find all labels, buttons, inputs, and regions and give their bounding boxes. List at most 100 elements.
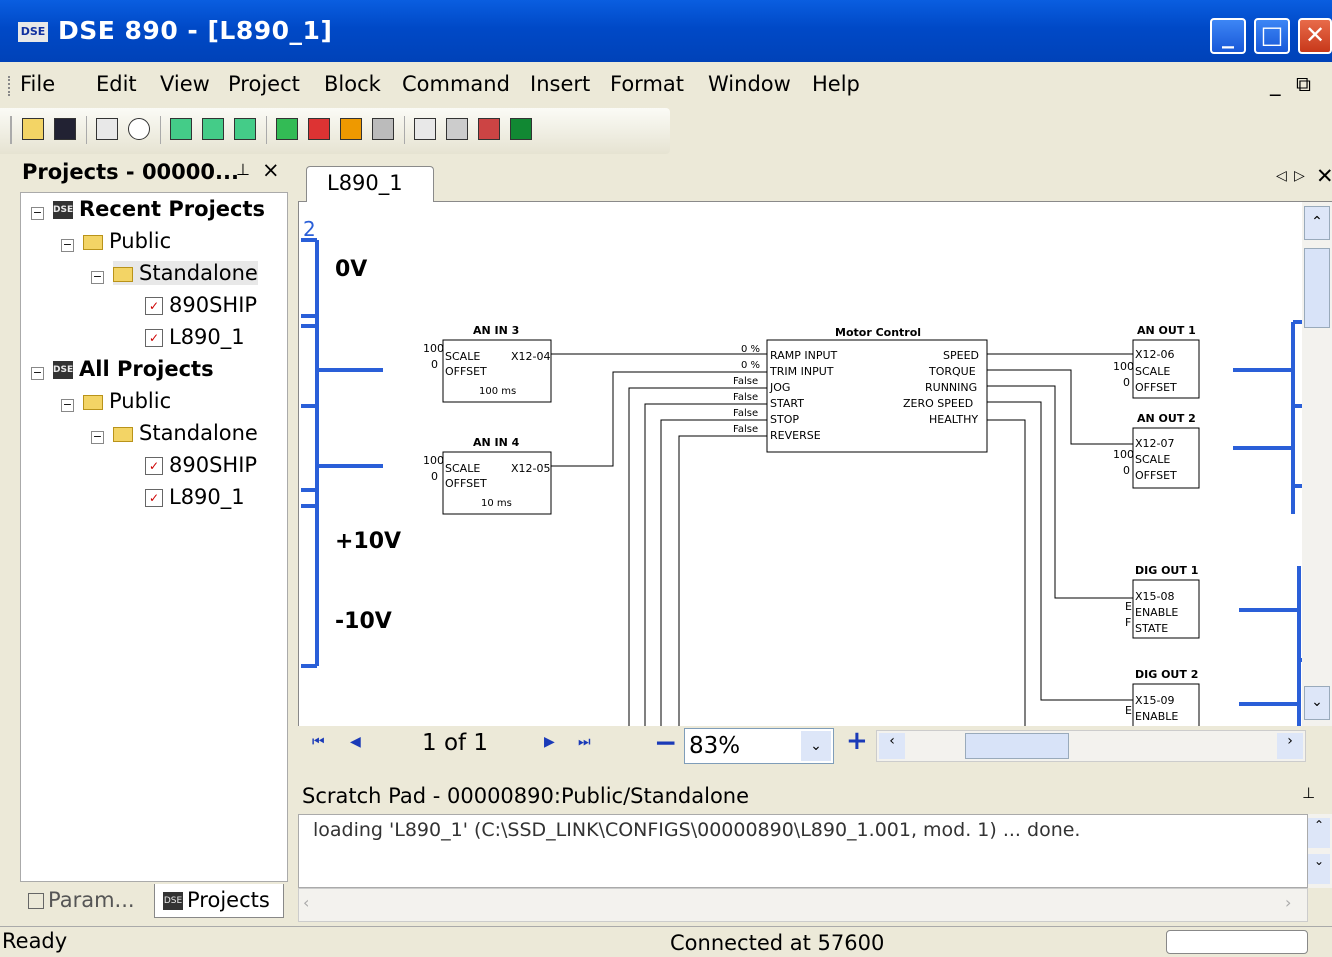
menu-help[interactable]: Help — [812, 72, 860, 96]
tree-item-all-projects[interactable]: DSE All Projects — [53, 357, 214, 381]
config-file-icon: ✓ — [145, 489, 163, 507]
menu-window[interactable]: Window — [708, 72, 791, 96]
svg-text:RUNNING: RUNNING — [925, 381, 977, 394]
svg-text:SCALE: SCALE — [445, 350, 480, 363]
svg-text:DIG OUT 1: DIG OUT 1 — [1135, 564, 1198, 577]
diagram-vertical-scrollbar[interactable]: ⌃ ⌄ — [1302, 202, 1332, 726]
scratch-pad-scrollbar[interactable]: ⌃ ⌄ — [1308, 814, 1332, 888]
zoom-select[interactable]: 83% ⌄ — [684, 728, 834, 764]
block-an-in-4[interactable]: AN IN 4 100 0 SCALE OFFSET X12-05 10 ms — [423, 436, 552, 515]
tab-projects[interactable]: DSE Projects — [154, 884, 284, 918]
menu-command[interactable]: Command — [402, 72, 510, 96]
tree-item-890ship[interactable]: ✓ 890SHIP — [145, 453, 257, 477]
block-an-in-3[interactable]: AN IN 3 100 0 SCALE OFFSET X12-04 100 ms — [423, 324, 552, 403]
menu-format[interactable]: Format — [610, 72, 684, 96]
menu-view[interactable]: View — [160, 72, 210, 96]
block-icon-7[interactable] — [372, 118, 394, 140]
scroll-down-icon[interactable]: ⌄ — [1304, 686, 1330, 720]
menu-file[interactable]: File — [20, 72, 55, 96]
block-an-out-1[interactable]: AN OUT 1 X12-06 SCALE OFFSET 100 0 — [1113, 324, 1200, 399]
tree-item-recent-projects[interactable]: DSE Recent Projects — [53, 197, 265, 221]
panel-close-icon[interactable]: × — [262, 158, 280, 182]
scroll-left-icon[interactable]: ‹ — [879, 733, 905, 759]
scroll-up-icon[interactable]: ⌃ — [1304, 206, 1330, 240]
tree-item-public[interactable]: Public — [83, 389, 171, 413]
close-button[interactable]: ✕ — [1298, 18, 1332, 54]
tree-item-public[interactable]: Public — [83, 229, 171, 253]
collapse-icon[interactable]: − — [61, 399, 74, 412]
svg-text:100: 100 — [1113, 360, 1134, 373]
svg-text:AN IN 4: AN IN 4 — [473, 436, 520, 449]
horizontal-scroll-thumb[interactable] — [965, 733, 1069, 759]
mdi-minimize-button[interactable]: _ — [1270, 72, 1281, 96]
pin-icon[interactable]: ⊥ — [1302, 784, 1315, 802]
block-an-out-2[interactable]: AN OUT 2 X12-07 SCALE OFFSET 100 0 — [1113, 412, 1200, 489]
menu-edit[interactable]: Edit — [96, 72, 137, 96]
block-icon-3[interactable] — [234, 118, 256, 140]
collapse-icon[interactable]: − — [91, 431, 104, 444]
tab-l890-1[interactable]: L890_1 — [306, 166, 434, 202]
scroll-down-icon[interactable]: ⌄ — [1308, 854, 1330, 884]
menu-project[interactable]: Project — [228, 72, 300, 96]
scroll-right-icon[interactable]: › — [1277, 733, 1303, 759]
diagram-horizontal-scrollbar[interactable]: ‹ › — [876, 730, 1306, 762]
menu-insert[interactable]: Insert — [530, 72, 590, 96]
svg-text:SCALE: SCALE — [445, 462, 480, 475]
collapse-icon[interactable]: − — [31, 367, 44, 380]
collapse-icon[interactable]: − — [91, 271, 104, 284]
zoom-in-icon[interactable]: + — [846, 726, 868, 756]
scroll-right-icon[interactable]: › — [1285, 893, 1291, 912]
svg-text:0: 0 — [1123, 376, 1130, 389]
svg-text:0 %: 0 % — [741, 360, 760, 371]
svg-text:False: False — [733, 424, 758, 435]
minimize-button[interactable]: _ — [1210, 18, 1246, 54]
rail-label-0v: 0V — [335, 257, 367, 282]
block-dig-out-2[interactable]: DIG OUT 2 X15-09 ENABLE E — [1125, 668, 1200, 726]
tree-item-standalone[interactable]: Standalone — [113, 261, 258, 285]
tab-scroll-left-icon[interactable]: ◁ — [1276, 168, 1287, 184]
previous-page-icon[interactable]: ◀ — [350, 734, 361, 750]
function-block-diagram: 2 0V +10V -10V AN IN 3 100 0 SCALE OFFSE… — [301, 217, 1302, 726]
diagram-canvas[interactable]: 2 0V +10V -10V AN IN 3 100 0 SCALE OFFSE… — [298, 202, 1302, 726]
tree-item-l890-1[interactable]: ✓ L890_1 — [145, 325, 245, 349]
scroll-left-icon[interactable]: ‹ — [303, 893, 309, 912]
tab-scroll-right-icon[interactable]: ▷ — [1294, 168, 1305, 184]
document-close-icon[interactable]: ✕ — [1316, 164, 1332, 188]
grid-icon[interactable] — [414, 118, 436, 140]
maximize-button[interactable]: □ — [1254, 18, 1290, 54]
menu-block[interactable]: Block — [324, 72, 381, 96]
save-icon[interactable] — [54, 118, 76, 140]
monitor-icon[interactable] — [510, 118, 532, 140]
scratch-pad-horizontal-scrollbar[interactable]: ‹ › — [298, 888, 1308, 922]
zoom-dropdown-icon[interactable]: ⌄ — [801, 731, 831, 761]
mdi-restore-button[interactable]: ⧉ — [1296, 72, 1311, 97]
pin-icon[interactable]: ⊥ — [236, 160, 250, 179]
first-page-icon[interactable]: ⏮ — [312, 734, 325, 750]
block-icon-2[interactable] — [202, 118, 224, 140]
tree-item-890ship[interactable]: ✓ 890SHIP — [145, 293, 257, 317]
tab-parameters[interactable]: Param... — [20, 884, 152, 918]
last-page-icon[interactable]: ⏭ — [578, 734, 591, 750]
open-icon[interactable] — [22, 118, 44, 140]
flag-icon[interactable] — [478, 118, 500, 140]
scroll-up-icon[interactable]: ⌃ — [1308, 818, 1330, 848]
tree-item-standalone[interactable]: Standalone — [113, 421, 258, 445]
zoom-out-icon[interactable]: − — [654, 726, 677, 759]
scroll-thumb[interactable] — [1304, 248, 1330, 328]
list-icon[interactable] — [446, 118, 468, 140]
svg-text:OFFSET: OFFSET — [1135, 381, 1177, 394]
block-icon-6[interactable] — [340, 118, 362, 140]
collapse-icon[interactable]: − — [31, 207, 44, 220]
collapse-icon[interactable]: − — [61, 239, 74, 252]
block-icon-5[interactable] — [308, 118, 330, 140]
block-dig-out-1[interactable]: DIG OUT 1 X15-08 ENABLE STATE E F — [1125, 564, 1200, 639]
properties-icon[interactable] — [96, 118, 118, 140]
block-motor-control[interactable]: Motor Control RAMP INPUT TRIM INPUT JOG … — [733, 326, 988, 453]
svg-text:AN OUT 1: AN OUT 1 — [1137, 324, 1196, 337]
next-page-icon[interactable]: ▶ — [544, 734, 555, 750]
tree-item-l890-1[interactable]: ✓ L890_1 — [145, 485, 245, 509]
block-icon-1[interactable] — [170, 118, 192, 140]
zoom-icon[interactable] — [128, 118, 150, 140]
block-icon-4[interactable] — [276, 118, 298, 140]
page-marker: 2 — [303, 217, 316, 241]
